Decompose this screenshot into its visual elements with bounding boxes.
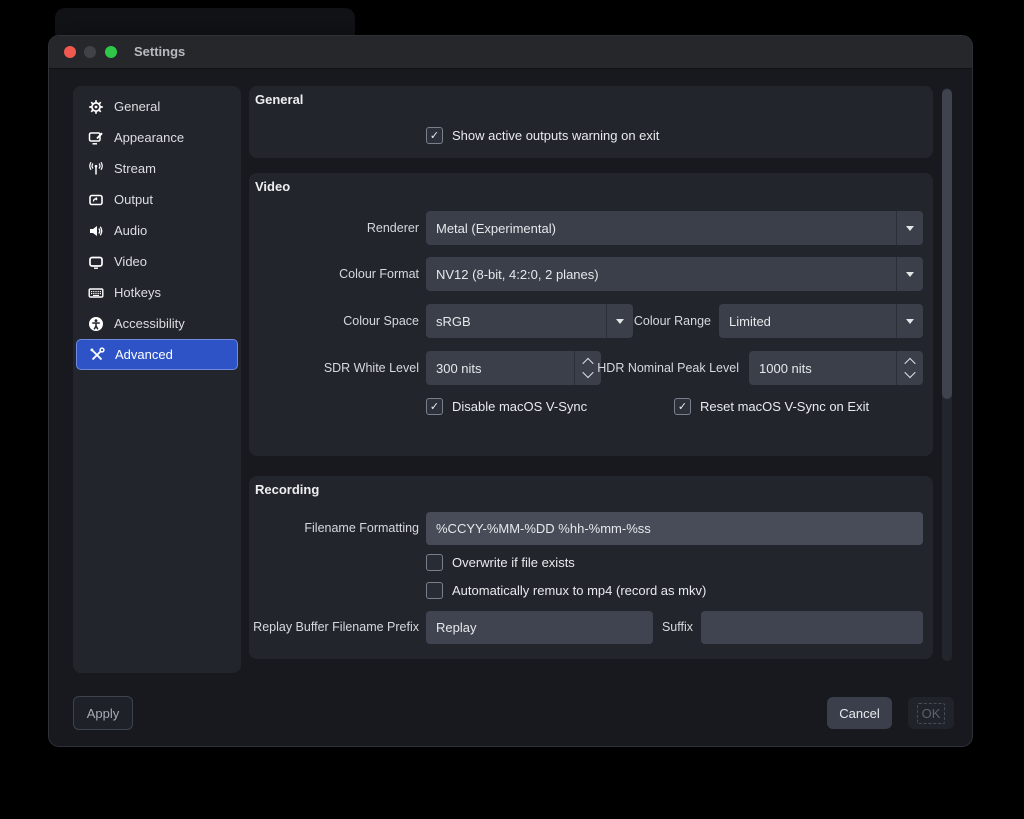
sidebar-item-general[interactable]: General: [76, 91, 238, 122]
recording-section-title: Recording: [255, 482, 319, 497]
general-section: General Show active outputs warning on e…: [249, 86, 933, 158]
ok-button-label: OK: [917, 703, 946, 724]
overwrite-row: Overwrite if file exists: [426, 554, 575, 571]
antenna-icon: [87, 160, 104, 177]
hdr-peak-level-value: 1000 nits: [749, 361, 896, 376]
suffix-label: Suffix: [653, 611, 693, 644]
disable-vsync-checkbox[interactable]: [426, 398, 443, 415]
colour-format-label: Colour Format: [249, 257, 419, 291]
display-icon: [87, 253, 104, 270]
replay-prefix-label: Replay Buffer Filename Prefix: [249, 611, 419, 644]
hdr-peak-level-label: HDR Nominal Peak Level: [579, 351, 739, 385]
sidebar-item-label: Stream: [114, 161, 156, 176]
output-share-icon: [87, 191, 104, 208]
desktop-background: Settings General Appearance: [0, 0, 1024, 819]
general-section-title: General: [255, 92, 303, 107]
chevron-down-icon: [896, 257, 923, 291]
content-scrollbar-thumb[interactable]: [942, 89, 952, 399]
sidebar-item-label: Output: [114, 192, 153, 207]
sidebar-item-audio[interactable]: Audio: [76, 215, 238, 246]
window-title: Settings: [134, 36, 185, 68]
colour-space-label: Colour Space: [249, 304, 419, 338]
chevron-down-icon: [896, 211, 923, 245]
filename-formatting-input[interactable]: [426, 512, 923, 545]
apply-button-label: Apply: [87, 706, 120, 721]
show-active-outputs-warning-row: Show active outputs warning on exit: [426, 127, 659, 144]
filename-formatting-label: Filename Formatting: [249, 512, 419, 545]
disable-vsync-row: Disable macOS V-Sync: [426, 398, 587, 415]
minimize-traffic-light-icon[interactable]: [84, 46, 96, 58]
suffix-input[interactable]: [701, 611, 923, 644]
renderer-value: Metal (Experimental): [426, 221, 896, 236]
sidebar-item-hotkeys[interactable]: Hotkeys: [76, 277, 238, 308]
replay-prefix-input[interactable]: [426, 611, 653, 644]
keyboard-icon: [87, 284, 104, 301]
reset-vsync-checkbox[interactable]: [674, 398, 691, 415]
sdr-white-level-label: SDR White Level: [249, 351, 419, 385]
ok-button[interactable]: OK: [908, 697, 954, 729]
sidebar-item-label: Audio: [114, 223, 147, 238]
hdr-peak-level-spinbox[interactable]: 1000 nits: [749, 351, 923, 385]
colour-format-value: NV12 (8-bit, 4:2:0, 2 planes): [426, 267, 896, 282]
gear-icon: [87, 98, 104, 115]
settings-window: Settings General Appearance: [48, 35, 973, 747]
cancel-button-label: Cancel: [839, 706, 879, 721]
renderer-label: Renderer: [249, 211, 419, 245]
video-section-title: Video: [255, 179, 290, 194]
title-bar[interactable]: Settings: [49, 36, 972, 69]
reset-vsync-row: Reset macOS V-Sync on Exit: [674, 398, 869, 415]
video-section: Video Renderer Metal (Experimental) Colo…: [249, 173, 933, 456]
spinner-arrows-icon[interactable]: [896, 351, 923, 385]
sidebar-item-advanced[interactable]: Advanced: [76, 339, 238, 370]
sidebar-item-video[interactable]: Video: [76, 246, 238, 277]
tools-icon: [88, 346, 105, 363]
colour-range-label: Colour Range: [541, 304, 711, 338]
settings-sidebar: General Appearance Stream: [73, 86, 241, 673]
appearance-brush-icon: [87, 129, 104, 146]
remux-row: Automatically remux to mp4 (record as mk…: [426, 582, 706, 599]
checkbox-label: Disable macOS V-Sync: [452, 399, 587, 414]
colour-format-dropdown[interactable]: NV12 (8-bit, 4:2:0, 2 planes): [426, 257, 923, 291]
sidebar-item-label: Hotkeys: [114, 285, 161, 300]
colour-range-value: Limited: [719, 314, 896, 329]
cancel-button[interactable]: Cancel: [827, 697, 892, 729]
renderer-dropdown[interactable]: Metal (Experimental): [426, 211, 923, 245]
apply-button[interactable]: Apply: [73, 696, 133, 730]
sidebar-item-label: Advanced: [115, 347, 173, 362]
sidebar-item-output[interactable]: Output: [76, 184, 238, 215]
checkbox-label: Automatically remux to mp4 (record as mk…: [452, 583, 706, 598]
checkbox-label: Reset macOS V-Sync on Exit: [700, 399, 869, 414]
accessibility-person-icon: [87, 315, 104, 332]
sidebar-item-stream[interactable]: Stream: [76, 153, 238, 184]
sdr-white-level-spinbox[interactable]: 300 nits: [426, 351, 601, 385]
close-traffic-light-icon[interactable]: [64, 46, 76, 58]
sidebar-item-accessibility[interactable]: Accessibility: [76, 308, 238, 339]
sdr-white-level-value: 300 nits: [426, 361, 574, 376]
colour-range-dropdown[interactable]: Limited: [719, 304, 923, 338]
chevron-down-icon: [896, 304, 923, 338]
show-active-outputs-warning-checkbox[interactable]: [426, 127, 443, 144]
zoom-traffic-light-icon[interactable]: [105, 46, 117, 58]
sidebar-item-label: Appearance: [114, 130, 184, 145]
checkbox-label: Overwrite if file exists: [452, 555, 575, 570]
sidebar-item-label: Accessibility: [114, 316, 185, 331]
recording-section: Recording Filename Formatting Overwrite …: [249, 476, 933, 659]
sidebar-item-label: Video: [114, 254, 147, 269]
remux-checkbox[interactable]: [426, 582, 443, 599]
checkbox-label: Show active outputs warning on exit: [452, 128, 659, 143]
sidebar-item-label: General: [114, 99, 160, 114]
overwrite-checkbox[interactable]: [426, 554, 443, 571]
speaker-icon: [87, 222, 104, 239]
sidebar-item-appearance[interactable]: Appearance: [76, 122, 238, 153]
